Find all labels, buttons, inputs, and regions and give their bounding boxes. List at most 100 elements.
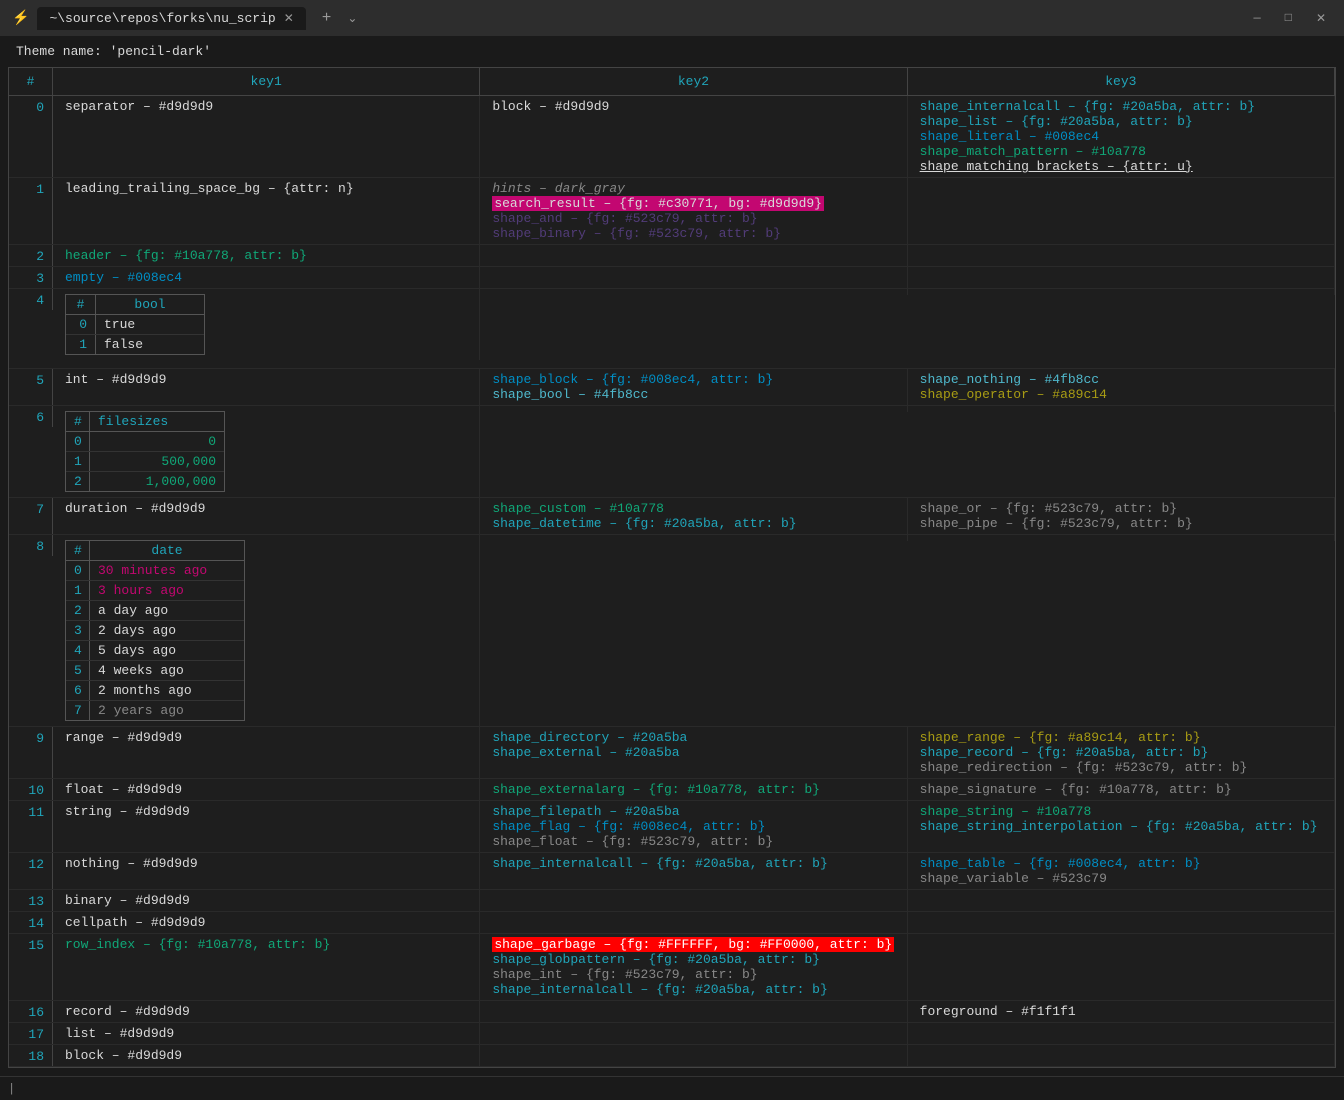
tab-dropdown-button[interactable]: ⌄ xyxy=(347,11,357,26)
col1-cell: empty – #008ec4 xyxy=(53,267,480,288)
col1-cell: float – #d9d9d9 xyxy=(53,779,480,800)
window-controls: — □ ✕ xyxy=(1248,9,1332,28)
col3-cell: shape_signature – {fg: #10a778, attr: b} xyxy=(908,779,1335,800)
row-number: 12 xyxy=(9,853,53,889)
col2-cell: shape_filepath – #20a5ba shape_flag – {f… xyxy=(480,801,907,852)
header-index: # xyxy=(9,68,53,95)
inner-header-num: # xyxy=(66,295,96,314)
col2-cell: hints – dark_gray search_result – {fg: #… xyxy=(480,178,907,244)
table-row: 11 string – #d9d9d9 shape_filepath – #20… xyxy=(9,801,1335,853)
row-number: 3 xyxy=(9,267,53,288)
new-tab-button[interactable]: + xyxy=(314,9,340,27)
col1-cell: # date 0 30 minutes ago 1 3 hours ago 2 … xyxy=(53,535,480,726)
row-number: 2 xyxy=(9,245,53,266)
row-number: 10 xyxy=(9,779,53,800)
col1-cell: header – {fg: #10a778, attr: b} xyxy=(53,245,480,266)
date-row: 4 5 days ago xyxy=(66,641,244,661)
col1-cell: record – #d9d9d9 xyxy=(53,1001,480,1022)
col3-cell: shape_internalcall – {fg: #20a5ba, attr:… xyxy=(908,96,1335,177)
col3-cell xyxy=(908,1045,1335,1066)
col3-cell: foreground – #f1f1f1 xyxy=(908,1001,1335,1022)
filesizes-table: # filesizes 0 0 1 500,000 2 1,000,000 xyxy=(65,411,225,492)
table-row: 14 cellpath – #d9d9d9 xyxy=(9,912,1335,934)
col3-cell xyxy=(908,267,1335,288)
col1-cell: row_index – {fg: #10a778, attr: b} xyxy=(53,934,480,1000)
col2-cell xyxy=(480,1001,907,1022)
col1-cell: # filesizes 0 0 1 500,000 2 1,000,000 xyxy=(53,406,480,497)
row-number: 18 xyxy=(9,1045,53,1066)
inner-row: 0 true xyxy=(66,315,204,335)
table-row: 16 record – #d9d9d9 foreground – #f1f1f1 xyxy=(9,1001,1335,1023)
col1-cell: # bool 0 true 1 false xyxy=(53,289,480,360)
bool-table: # bool 0 true 1 false xyxy=(65,294,205,355)
row-number: 0 xyxy=(9,96,53,177)
date-row: 2 a day ago xyxy=(66,601,244,621)
inner-header-bool: bool xyxy=(96,295,204,314)
minimize-button[interactable]: — xyxy=(1248,9,1267,28)
col3-cell xyxy=(908,289,1335,295)
close-tab-button[interactable]: ✕ xyxy=(284,11,294,26)
col1-cell: block – #d9d9d9 xyxy=(53,1045,480,1066)
date-row: 1 3 hours ago xyxy=(66,581,244,601)
col3-cell xyxy=(908,535,1335,541)
titlebar: ⚡ ~\source\repos\forks\nu_scrip ✕ + ⌄ — … xyxy=(0,0,1344,36)
tab-label: ~\source\repos\forks\nu_scrip xyxy=(49,11,275,26)
date-row: 5 4 weeks ago xyxy=(66,661,244,681)
table-row: 4 # bool 0 true 1 false xyxy=(9,289,1335,369)
col3-cell: shape_string – #10a778 shape_string_inte… xyxy=(908,801,1335,852)
row-number: 16 xyxy=(9,1001,53,1022)
col1-cell: separator – #d9d9d9 xyxy=(53,96,480,177)
close-button[interactable]: ✕ xyxy=(1310,9,1332,28)
table-row: 3 empty – #008ec4 xyxy=(9,267,1335,289)
col2-cell: shape_externalarg – {fg: #10a778, attr: … xyxy=(480,779,907,800)
maximize-button[interactable]: □ xyxy=(1279,9,1298,28)
table-header: # key1 key2 key3 xyxy=(9,68,1335,96)
col2-cell xyxy=(480,406,907,412)
row-number: 6 xyxy=(9,406,53,427)
filesizes-row: 2 1,000,000 xyxy=(66,472,224,491)
table-row: 10 float – #d9d9d9 shape_externalarg – {… xyxy=(9,779,1335,801)
col3-cell xyxy=(908,178,1335,244)
bottom-bar: | xyxy=(0,1076,1344,1100)
table-row: 8 # date 0 30 minutes ago 1 3 hours ago … xyxy=(9,535,1335,727)
tab-active[interactable]: ~\source\repos\forks\nu_scrip ✕ xyxy=(37,7,305,30)
col2-cell: shape_internalcall – {fg: #20a5ba, attr:… xyxy=(480,853,907,889)
table-row: 12 nothing – #d9d9d9 shape_internalcall … xyxy=(9,853,1335,890)
col2-cell xyxy=(480,890,907,911)
terminal-icon: ⚡ xyxy=(12,10,29,27)
table-row: 2 header – {fg: #10a778, attr: b} xyxy=(9,245,1335,267)
row-number: 7 xyxy=(9,498,53,534)
col2-cell: shape_block – {fg: #008ec4, attr: b} sha… xyxy=(480,369,907,405)
cursor-indicator: | xyxy=(8,1082,15,1096)
col2-cell xyxy=(480,912,907,933)
table-row: 13 binary – #d9d9d9 xyxy=(9,890,1335,912)
col1-cell: string – #d9d9d9 xyxy=(53,801,480,852)
col2-cell xyxy=(480,535,907,541)
header-key2: key2 xyxy=(480,68,907,95)
header-key3: key3 xyxy=(908,68,1335,95)
main-table: # key1 key2 key3 0 separator – #d9d9d9 b… xyxy=(8,67,1336,1068)
row-number: 1 xyxy=(9,178,53,244)
row-number: 4 xyxy=(9,289,53,310)
table-row: 15 row_index – {fg: #10a778, attr: b} sh… xyxy=(9,934,1335,1001)
col2-cell: block – #d9d9d9 xyxy=(480,96,907,177)
date-row: 6 2 months ago xyxy=(66,681,244,701)
search-highlight: search_result – {fg: #c30771, bg: #d9d9d… xyxy=(492,196,824,211)
row-number: 14 xyxy=(9,912,53,933)
row-number: 13 xyxy=(9,890,53,911)
col1-cell: nothing – #d9d9d9 xyxy=(53,853,480,889)
col3-cell xyxy=(908,934,1335,1000)
header-key1: key1 xyxy=(53,68,480,95)
col2-cell: shape_directory – #20a5ba shape_external… xyxy=(480,727,907,778)
col3-cell: shape_or – {fg: #523c79, attr: b} shape_… xyxy=(908,498,1335,534)
col1-cell: int – #d9d9d9 xyxy=(53,369,480,405)
garbage-highlight: shape_garbage – {fg: #FFFFFF, bg: #FF000… xyxy=(492,937,894,952)
filesizes-row: 0 0 xyxy=(66,432,224,452)
col3-cell: shape_nothing – #4fb8cc shape_operator –… xyxy=(908,369,1335,405)
table-row: 6 # filesizes 0 0 1 500,000 2 1,000,000 xyxy=(9,406,1335,498)
col2-cell xyxy=(480,245,907,266)
col2-cell xyxy=(480,289,907,295)
filesizes-row: 1 500,000 xyxy=(66,452,224,472)
table-row: 1 leading_trailing_space_bg – {attr: n} … xyxy=(9,178,1335,245)
row-number: 15 xyxy=(9,934,53,1000)
